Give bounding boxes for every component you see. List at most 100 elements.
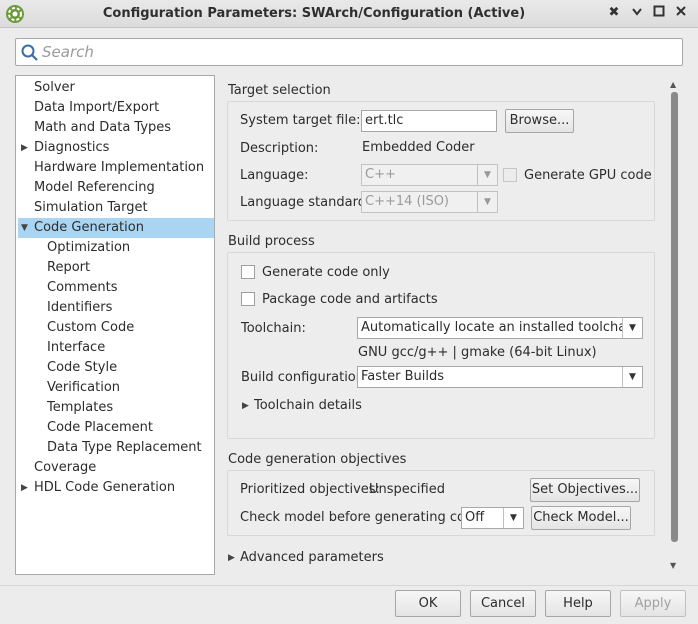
check-model-button[interactable]: Check Model... — [531, 506, 631, 530]
scroll-down-icon[interactable]: ▼ — [670, 561, 676, 570]
tree-item-label: Code Placement — [47, 420, 153, 435]
tree-item-hdl-code-generation[interactable]: ▶ HDL Code Generation — [16, 478, 212, 498]
tree-item-label: Interface — [47, 340, 106, 355]
tree-item-label: Code Generation — [34, 220, 144, 235]
gpu-label: Generate GPU code — [524, 168, 652, 183]
tree-item-data-import-export[interactable]: Data Import/Export — [16, 98, 212, 118]
language-label: Language: — [240, 168, 309, 183]
chevron-down-icon: ▼ — [477, 165, 497, 185]
package-code-label: Package code and artifacts — [262, 292, 438, 307]
tree-item-label: Custom Code — [47, 320, 135, 335]
language-standard-select[interactable]: C++14 (ISO) ▼ — [361, 191, 498, 213]
ok-button[interactable]: OK — [395, 590, 461, 617]
tree-item-code-generation[interactable]: ▼ Code Generation — [18, 218, 214, 238]
toolchain-details-label[interactable]: Toolchain details — [254, 398, 362, 413]
chevron-down-icon: ▼ — [503, 508, 523, 528]
tree-item-label: Math and Data Types — [34, 120, 172, 135]
tree-item-data-type-replacement[interactable]: Data Type Replacement — [16, 438, 212, 458]
tree-item-label: Diagnostics — [34, 140, 110, 155]
tree-item-simulation-target[interactable]: Simulation Target — [16, 198, 212, 218]
tree-item-hardware-implementation[interactable]: Hardware Implementation — [16, 158, 212, 178]
tree-item-label: Data Import/Export — [34, 100, 160, 115]
section-title-target-selection: Target selection — [228, 83, 331, 98]
maximize-icon[interactable] — [651, 5, 667, 21]
toolchain-select[interactable]: Automatically locate an installed toolch… — [357, 317, 643, 339]
build-config-value: Faster Builds — [361, 369, 445, 384]
system-target-field[interactable]: ert.tlc — [361, 110, 497, 132]
tree-item-diagnostics[interactable]: ▶ Diagnostics — [16, 138, 212, 158]
category-tree[interactable]: Solver Data Import/Export Math and Data … — [15, 75, 215, 575]
search-input[interactable] — [42, 42, 672, 62]
generate-code-only-checkbox[interactable] — [241, 265, 255, 279]
prioritized-objectives-label: Prioritized objectives: — [240, 482, 380, 497]
tree-item-custom-code[interactable]: Custom Code — [16, 318, 212, 338]
collapse-icon[interactable]: ✖︎ — [606, 5, 622, 21]
scroll-up-icon[interactable]: ▲ — [670, 80, 676, 89]
tree-item-label: Verification — [47, 380, 121, 395]
tree-item-interface[interactable]: Interface — [16, 338, 212, 358]
tree-item-label: Optimization — [47, 240, 131, 255]
set-objectives-button[interactable]: Set Objectives... — [530, 478, 640, 502]
tree-item-verification[interactable]: Verification — [16, 378, 212, 398]
search-icon — [21, 44, 38, 61]
prioritized-objectives-value: Unspecified — [369, 482, 445, 497]
language-select[interactable]: C++ ▼ — [361, 164, 498, 186]
gpu-checkbox[interactable] — [503, 168, 517, 182]
minimize-icon[interactable] — [629, 5, 645, 21]
package-code-checkbox[interactable] — [241, 292, 255, 306]
tree-item-label: Hardware Implementation — [34, 160, 205, 175]
tree-item-solver[interactable]: Solver — [16, 78, 212, 98]
section-title-build-process: Build process — [228, 234, 315, 249]
title-bar[interactable]: Configuration Parameters: SWArch/Configu… — [0, 0, 698, 28]
tree-item-templates[interactable]: Templates — [16, 398, 212, 418]
help-button[interactable]: Help — [545, 590, 611, 617]
tree-item-report[interactable]: Report — [16, 258, 212, 278]
check-model-select[interactable]: Off ▼ — [461, 507, 524, 529]
collapse-arrow-icon[interactable]: ▼ — [21, 218, 28, 238]
toolchain-label: Toolchain: — [241, 321, 306, 336]
tree-item-label: Solver — [34, 80, 75, 95]
tree-item-code-placement[interactable]: Code Placement — [16, 418, 212, 438]
apply-button[interactable]: Apply — [620, 590, 686, 617]
tree-item-coverage[interactable]: Coverage — [16, 458, 212, 478]
chevron-down-icon: ▼ — [477, 192, 497, 212]
tree-item-label: Comments — [47, 280, 118, 295]
tree-item-label: Templates — [47, 400, 114, 415]
expand-arrow-icon[interactable]: ▶ — [21, 478, 28, 498]
toolchain-details-expand-icon[interactable]: ▶ — [242, 401, 249, 411]
search-box[interactable] — [15, 38, 683, 66]
tree-item-comments[interactable]: Comments — [16, 278, 212, 298]
tree-item-label: Code Style — [47, 360, 118, 375]
generate-code-only-label: Generate code only — [262, 265, 390, 280]
tree-item-math-data-types[interactable]: Math and Data Types — [16, 118, 212, 138]
build-config-select[interactable]: Faster Builds ▼ — [357, 366, 643, 388]
language-standard-value: C++14 (ISO) — [365, 194, 449, 209]
tree-item-code-style[interactable]: Code Style — [16, 358, 212, 378]
system-target-label: System target file: — [240, 113, 361, 128]
tree-item-optimization[interactable]: Optimization — [16, 238, 212, 258]
tree-item-identifiers[interactable]: Identifiers — [16, 298, 212, 318]
cancel-button[interactable]: Cancel — [470, 590, 536, 617]
tree-item-label: Model Referencing — [34, 180, 155, 195]
tree-item-label: Identifiers — [47, 300, 113, 315]
scrollbar-thumb[interactable] — [671, 92, 678, 542]
tree-item-label: Data Type Replacement — [47, 440, 202, 455]
advanced-parameters-label[interactable]: Advanced parameters — [240, 550, 384, 565]
language-standard-label: Language standard: — [240, 195, 371, 210]
language-select-value: C++ — [365, 167, 396, 182]
chevron-down-icon: ▼ — [622, 318, 642, 338]
section-title-objectives: Code generation objectives — [228, 452, 407, 467]
toolchain-value: Automatically locate an installed toolch… — [361, 320, 639, 335]
tree-item-label: HDL Code Generation — [34, 480, 176, 495]
description-value: Embedded Coder — [362, 140, 475, 155]
build-config-label: Build configuration: — [241, 370, 369, 385]
tree-item-label: Report — [47, 260, 91, 275]
tree-item-model-referencing[interactable]: Model Referencing — [16, 178, 212, 198]
check-model-label: Check model before generating code: — [240, 510, 486, 525]
tree-item-label: Simulation Target — [34, 200, 148, 215]
advanced-expand-icon[interactable]: ▶ — [228, 553, 235, 563]
expand-arrow-icon[interactable]: ▶ — [21, 138, 28, 158]
close-icon[interactable] — [673, 5, 689, 21]
browse-button[interactable]: Browse... — [505, 109, 574, 133]
window-title: Configuration Parameters: SWArch/Configu… — [102, 6, 526, 21]
